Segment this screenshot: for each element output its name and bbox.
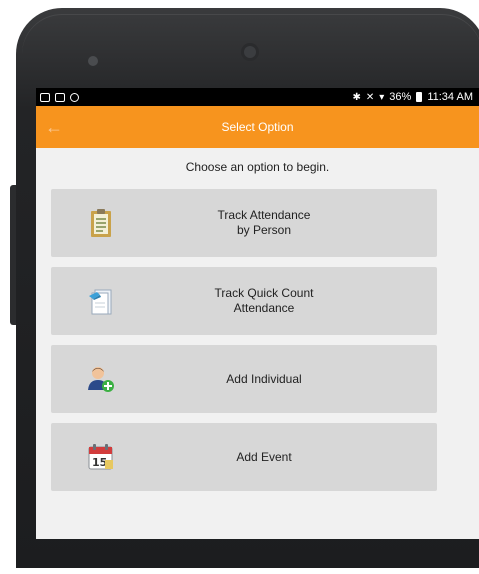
phone-sensor (88, 56, 98, 66)
notification-camera-icon (70, 92, 79, 102)
battery-icon (416, 92, 423, 102)
page-title: Select Option (221, 120, 294, 134)
phone-side-button (10, 185, 16, 325)
document-icon (87, 286, 115, 316)
option-label-line1: Track Attendance (217, 208, 311, 222)
option-label-line2: Attendance (233, 301, 295, 315)
calendar-icon: 15 (87, 442, 115, 472)
add-person-icon (87, 364, 115, 394)
option-label-line2: by Person (236, 223, 292, 237)
option-label-line1: Track Quick Count (214, 286, 314, 300)
option-add-event[interactable]: 15 Add Event (51, 423, 437, 491)
notification-square-icon (40, 92, 50, 102)
option-track-quick-count-attendance[interactable]: Track Quick Count Attendance (51, 267, 437, 335)
option-label: Add Individual (226, 371, 302, 386)
bluetooth-icon: ✱ (352, 91, 361, 103)
screen: ✱ ✕ ▾ 36% 11:34 AM ← Select Option Choos… (36, 88, 479, 539)
option-track-attendance-by-person[interactable]: Track Attendance by Person (51, 189, 437, 257)
app-bar: ← Select Option (36, 106, 479, 148)
options-list: Track Attendance by Person Track Quick C… (36, 189, 479, 491)
clock: 11:34 AM (427, 91, 473, 103)
front-camera (244, 46, 256, 58)
battery-percent: 36% (389, 91, 412, 103)
status-bar: ✱ ✕ ▾ 36% 11:34 AM (36, 88, 479, 106)
prompt-text: Choose an option to begin. (185, 160, 330, 174)
back-arrow-icon[interactable]: ← (44, 117, 64, 137)
option-label: Add Event (236, 449, 292, 464)
wifi-icon: ▾ (379, 91, 385, 103)
mute-icon: ✕ (365, 91, 375, 103)
option-add-individual[interactable]: Add Individual (51, 345, 437, 413)
clipboard-icon (87, 208, 115, 238)
notification-photo-icon (55, 92, 65, 102)
